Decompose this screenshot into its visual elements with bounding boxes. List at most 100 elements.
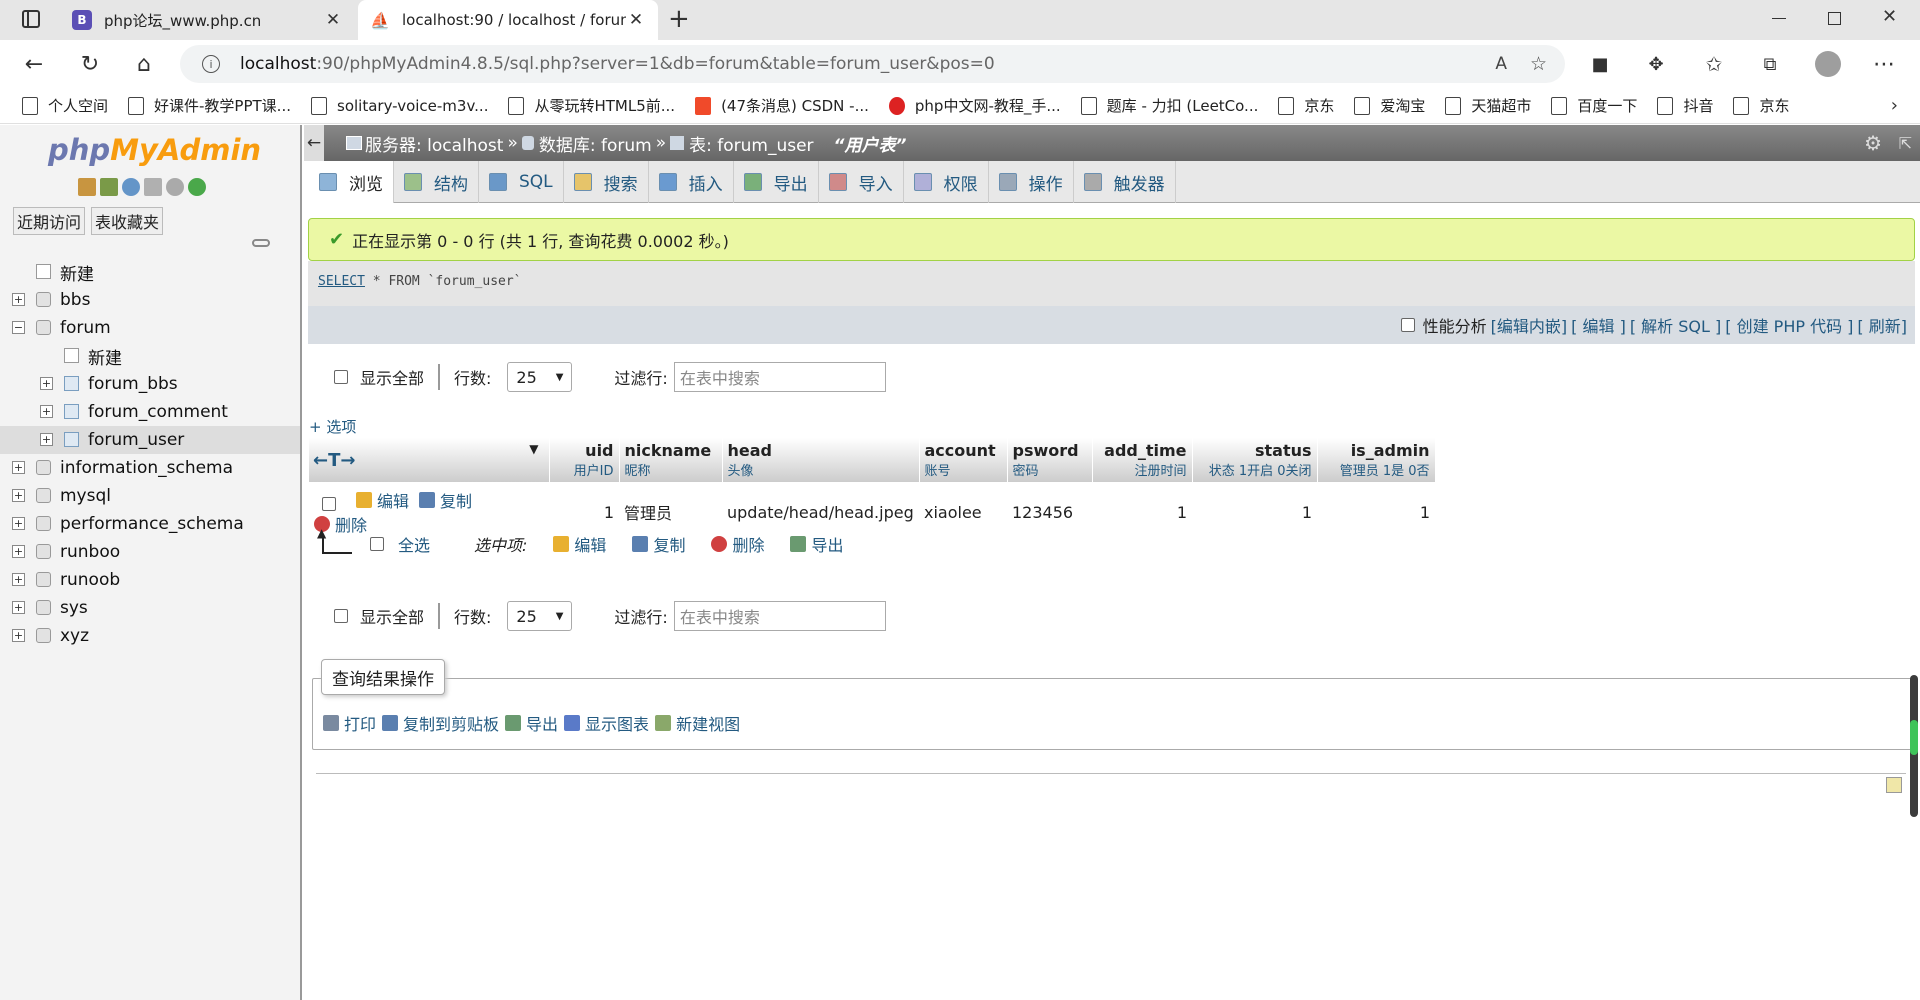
- bookmark-item[interactable]: 京东: [1278, 95, 1334, 116]
- expand-icon[interactable]: +: [12, 293, 25, 306]
- tab-2[interactable]: SQL: [479, 161, 564, 203]
- cell-status[interactable]: 1: [1192, 482, 1317, 542]
- bookmark-item[interactable]: 好课件-教学PPT课...: [128, 95, 291, 116]
- console-icon[interactable]: [1886, 777, 1902, 793]
- cell-psword[interactable]: 123456: [1007, 482, 1092, 542]
- pma-logo[interactable]: phpMyAdmin: [48, 133, 261, 167]
- collapse-top-icon[interactable]: ⇱: [1899, 134, 1912, 153]
- browser-tab[interactable]: B php论坛_www.php.cn ✕: [60, 0, 355, 40]
- sql-select-link[interactable]: SELECT: [318, 274, 365, 289]
- minimize-icon[interactable]: [1772, 18, 1786, 19]
- tab-7[interactable]: 权限: [904, 161, 989, 203]
- profile-avatar[interactable]: [1812, 48, 1844, 80]
- tree-item-mysql[interactable]: + mysql: [0, 482, 300, 510]
- show-all-checkbox[interactable]: [334, 609, 348, 623]
- filter-input[interactable]: 在表中搜索: [673, 601, 886, 631]
- resize-arrows-icon[interactable]: ←T→: [313, 450, 355, 471]
- tree-item-[interactable]: 新建: [0, 258, 300, 286]
- extension-icon[interactable]: ■: [1584, 48, 1616, 80]
- puzzle-icon[interactable]: ✥: [1640, 48, 1672, 80]
- expand-icon[interactable]: +: [40, 377, 53, 390]
- expand-icon[interactable]: +: [40, 405, 53, 418]
- sql-option-link[interactable]: [编辑内嵌]: [1491, 313, 1568, 337]
- options-link[interactable]: + 选项: [309, 416, 356, 437]
- scrollbar[interactable]: [1910, 675, 1918, 817]
- help-icon[interactable]: [122, 178, 140, 196]
- bookmark-item[interactable]: 题库 - 力扣 (LeetCo...: [1080, 95, 1258, 116]
- sql-option-link[interactable]: [ 刷新]: [1857, 313, 1907, 337]
- expand-icon[interactable]: +: [12, 545, 25, 558]
- tab-0[interactable]: 浏览: [304, 161, 394, 203]
- expand-icon[interactable]: +: [12, 601, 25, 614]
- expand-icon[interactable]: +: [12, 489, 25, 502]
- bookmark-item[interactable]: 京东: [1733, 95, 1789, 116]
- favorites-button[interactable]: 表收藏夹: [91, 207, 164, 235]
- row-checkbox[interactable]: [322, 496, 336, 511]
- favorite-star-icon[interactable]: ☆: [1530, 53, 1547, 75]
- page-settings-icon[interactable]: ⚙: [1864, 131, 1882, 155]
- tab-1[interactable]: 结构: [394, 161, 479, 203]
- sort-dropdown-icon[interactable]: ▼: [529, 442, 538, 456]
- tab-3[interactable]: 搜索: [564, 161, 649, 203]
- tab-close-icon[interactable]: ✕: [323, 10, 343, 30]
- collapse-nav-icon[interactable]: ←: [304, 125, 324, 161]
- cell-add_time[interactable]: 1: [1092, 482, 1192, 542]
- check-all-checkbox[interactable]: [370, 537, 384, 551]
- sql-option-link[interactable]: [ 解析 SQL ]: [1630, 313, 1721, 337]
- read-aloud-icon[interactable]: A: [1495, 54, 1507, 74]
- new-tab-icon[interactable]: +: [668, 4, 690, 34]
- refresh-icon[interactable]: ↻: [74, 48, 106, 80]
- recent-button[interactable]: 近期访问: [13, 207, 86, 235]
- column-header-head[interactable]: head 头像: [722, 438, 920, 482]
- bookmark-item[interactable]: solitary-voice-m3v...: [311, 96, 488, 115]
- bulk-export-button[interactable]: 导出: [790, 532, 843, 556]
- tree-item-performance_schema[interactable]: + performance_schema: [0, 510, 300, 538]
- expand-icon[interactable]: +: [12, 517, 25, 530]
- rows-select[interactable]: 25 ▼: [507, 601, 573, 631]
- column-header-add_time[interactable]: add_time 注册时间: [1092, 438, 1193, 482]
- sql-option-link[interactable]: [ 编辑 ]: [1571, 313, 1626, 337]
- column-header-nickname[interactable]: nickname 昵称: [619, 438, 723, 482]
- tree-item-[interactable]: 新建: [0, 342, 300, 370]
- tab-5[interactable]: 导出: [734, 161, 819, 203]
- print-button[interactable]: 打印: [323, 711, 376, 735]
- breadcrumb-server[interactable]: 服务器: localhost: [365, 131, 503, 156]
- bookmark-item[interactable]: 天猫超市: [1445, 95, 1531, 116]
- expand-icon[interactable]: +: [40, 433, 53, 446]
- export-button[interactable]: 导出: [505, 711, 558, 735]
- browser-tab-active[interactable]: ⛵ localhost:90 / localhost / forum / ✕: [358, 0, 658, 40]
- breadcrumb-database[interactable]: 数据库: forum: [539, 131, 652, 156]
- show-all-checkbox[interactable]: [334, 370, 348, 384]
- expand-icon[interactable]: +: [12, 629, 25, 642]
- rows-select[interactable]: 25 ▼: [507, 362, 573, 392]
- check-all-label[interactable]: 全选: [398, 532, 430, 556]
- create-view-button[interactable]: 新建视图: [655, 711, 740, 735]
- bookmarks-more-icon[interactable]: ›: [1891, 95, 1898, 116]
- cell-is_admin[interactable]: 1: [1317, 482, 1435, 542]
- tree-item-forum_user[interactable]: + forum_user: [0, 426, 300, 454]
- column-header-status[interactable]: status 状态 1开启 0关闭: [1192, 438, 1318, 482]
- expand-icon[interactable]: +: [12, 461, 25, 474]
- tree-item-information_schema[interactable]: + information_schema: [0, 454, 300, 482]
- bulk-copy-button[interactable]: 复制: [632, 532, 685, 556]
- cell-account[interactable]: xiaolee: [919, 482, 1007, 542]
- bookmark-item[interactable]: (47条消息) CSDN -...: [695, 95, 869, 116]
- tab-actions-icon[interactable]: [22, 10, 40, 28]
- tab-9[interactable]: 触发器: [1074, 161, 1176, 203]
- tree-item-forum_comment[interactable]: + forum_comment: [0, 398, 300, 426]
- tab-4[interactable]: 插入: [649, 161, 734, 203]
- restore-icon[interactable]: [1828, 12, 1841, 25]
- home-icon[interactable]: [78, 178, 96, 196]
- bookmark-item[interactable]: 爱淘宝: [1354, 95, 1425, 116]
- back-icon[interactable]: ←: [18, 48, 50, 80]
- tree-item-runboo[interactable]: + runboo: [0, 538, 300, 566]
- bulk-delete-button[interactable]: 删除: [711, 532, 764, 556]
- logout-icon[interactable]: [100, 178, 118, 196]
- bookmark-item[interactable]: 百度一下: [1551, 95, 1637, 116]
- url-field[interactable]: i localhost:90/phpMyAdmin4.8.5/sql.php?s…: [180, 45, 1565, 83]
- more-menu-icon[interactable]: ⋯: [1868, 48, 1900, 80]
- bulk-edit-button[interactable]: 编辑: [553, 532, 606, 556]
- collapse-icon[interactable]: −: [12, 321, 25, 334]
- reload-icon[interactable]: [188, 178, 206, 196]
- bookmark-item[interactable]: php中文网-教程_手...: [888, 95, 1061, 116]
